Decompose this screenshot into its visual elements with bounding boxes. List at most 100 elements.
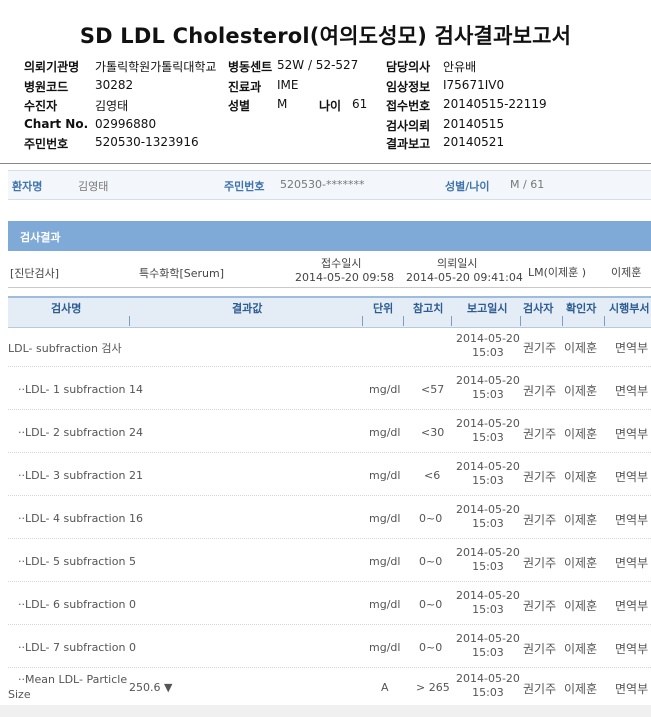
report-datetime: 2014-05-20 15:03	[456, 374, 520, 401]
report-datetime: 2014-05-20 15:03	[456, 417, 520, 444]
department: 면역부	[615, 341, 649, 355]
table-row[interactable]: ··LDL- 2 subfraction 24 mg/dl <30 2014-0…	[0, 410, 651, 453]
table-row[interactable]: ··LDL- 6 subfraction 0 mg/dl 0~0 2014-05…	[0, 582, 651, 625]
reporter: 이제훈	[611, 266, 642, 279]
received-label: 접수일시	[321, 257, 362, 270]
unit: mg/dl	[369, 426, 401, 439]
field-value: 61	[352, 97, 368, 111]
field-label: 성별	[228, 99, 251, 113]
department: 면역부	[615, 427, 649, 441]
department: 면역부	[615, 682, 649, 696]
table-row[interactable]: ··LDL- 1 subfraction 14 mg/dl <57 2014-0…	[0, 367, 651, 410]
confirmer: 이제훈	[564, 384, 598, 398]
tester: 권기주	[523, 682, 557, 696]
field-label: 나이	[319, 99, 342, 113]
unit: mg/dl	[369, 469, 401, 482]
test-name-continued: Size	[8, 688, 31, 701]
table-row[interactable]: ··LDL- 3 subfraction 21 mg/dl <6 2014-05…	[0, 453, 651, 496]
test-department: [진단검사]	[10, 267, 60, 280]
field-label: 결과보고	[386, 137, 431, 151]
col-header-report-date[interactable]: 보고일시	[467, 300, 507, 316]
field-label: 검사의뢰	[386, 119, 431, 133]
unit: mg/dl	[369, 512, 401, 525]
field-label: 담당의사	[386, 60, 431, 74]
field-value: 안유배	[443, 60, 477, 74]
test-name: ··LDL- 4 subfraction	[18, 512, 126, 525]
patient-id-value: 520530-*******	[280, 178, 365, 191]
tester: 권기주	[523, 556, 557, 570]
report-datetime: 2014-05-20 15:03	[456, 632, 520, 659]
confirmer: 이제훈	[564, 341, 598, 355]
report-datetime: 2014-05-20 15:03	[456, 546, 520, 573]
reference-range: 0~0	[419, 512, 443, 525]
report-datetime: 2014-05-20 15:03	[456, 332, 520, 359]
field-value: 20140521	[443, 135, 505, 149]
ordered-label: 의뢰일시	[437, 257, 478, 270]
patient-name-value: 김영태	[78, 180, 109, 193]
patient-sexage-label: 성별/나이	[445, 180, 490, 193]
table-row[interactable]: ··LDL- 5 subfraction 5 mg/dl 0~0 2014-05…	[0, 539, 651, 582]
field-value: 02996880	[95, 117, 157, 131]
patient-name-label: 환자명	[12, 180, 43, 193]
table-row[interactable]: ··Mean LDL- Particle Size 250.6 ▼ A > 26…	[0, 668, 651, 705]
unit: mg/dl	[369, 598, 401, 611]
lm-info: LM(이제훈 )	[528, 266, 587, 279]
col-header-confirmer[interactable]: 확인자	[566, 300, 596, 316]
field-label: 주민번호	[24, 137, 69, 151]
confirmer: 이제훈	[564, 556, 598, 570]
field-value: M	[277, 97, 288, 111]
table-row[interactable]: ··LDL- 4 subfraction 16 mg/dl 0~0 2014-0…	[0, 496, 651, 539]
confirmer: 이제훈	[564, 599, 598, 613]
test-name: ··LDL- 5 subfraction	[18, 555, 126, 568]
patient-id-label: 주민번호	[224, 180, 265, 193]
results-table-header	[8, 296, 651, 328]
results-section-header[interactable]: 검사결과	[8, 221, 651, 251]
field-value: 20140515-22119	[443, 97, 547, 111]
page-bottom-edge	[0, 705, 651, 717]
test-name: ··LDL- 2 subfraction	[18, 426, 126, 439]
confirmer: 이제훈	[564, 642, 598, 656]
tester: 권기주	[523, 599, 557, 613]
field-label: 병원코드	[24, 80, 69, 94]
department: 면역부	[615, 556, 649, 570]
result-value: 14	[129, 383, 143, 396]
col-header-dept[interactable]: 시행부서	[609, 300, 649, 316]
results-section-title: 검사결과	[20, 231, 61, 244]
test-name: ··LDL- 1 subfraction	[18, 383, 126, 396]
tester: 권기주	[523, 341, 557, 355]
reference-range: 0~0	[419, 555, 443, 568]
reference-range: > 265	[416, 681, 450, 694]
table-row[interactable]: ··LDL- 7 subfraction 0 mg/dl 0~0 2014-05…	[0, 625, 651, 668]
report-datetime: 2014-05-20 15:03	[456, 460, 520, 487]
report-title: SD LDL Cholesterol(여의도성모) 검사결과보고서	[79, 24, 572, 48]
reference-range: <57	[421, 383, 445, 396]
col-header-tester[interactable]: 검사자	[523, 300, 553, 316]
patient-sexage-value: M / 61	[510, 178, 545, 191]
field-value: 520530-1323916	[95, 135, 199, 149]
test-name: ··LDL- 6 subfraction	[18, 598, 126, 611]
department: 면역부	[615, 642, 649, 656]
confirmer: 이제훈	[564, 470, 598, 484]
department: 면역부	[615, 384, 649, 398]
col-header-unit[interactable]: 단위	[373, 300, 393, 316]
unit: mg/dl	[369, 555, 401, 568]
field-value: 김영태	[95, 99, 129, 113]
table-row[interactable]: LDL- subfraction 검사 2014-05-20 15:03 권기주 …	[0, 325, 651, 367]
test-name: ··LDL- 7 subfraction	[18, 641, 126, 654]
unit: mg/dl	[369, 383, 401, 396]
reference-range: 0~0	[419, 598, 443, 611]
received-datetime: 2014-05-20 09:58	[295, 271, 395, 284]
result-value: 0	[129, 598, 136, 611]
field-value: IME	[277, 78, 299, 92]
ordered-datetime: 2014-05-20 09:41:04	[406, 271, 523, 284]
col-header-result[interactable]: 결과값	[232, 300, 262, 316]
field-value: 가톨릭학원가톨릭대학교	[95, 60, 217, 74]
department: 면역부	[615, 470, 649, 484]
result-value: 21	[129, 469, 143, 482]
unit: mg/dl	[369, 641, 401, 654]
field-label: 병동센트	[228, 60, 273, 74]
col-header-test-name[interactable]: 검사명	[51, 300, 81, 316]
col-header-reference[interactable]: 참고치	[413, 300, 443, 316]
tester: 권기주	[523, 513, 557, 527]
field-label: 수진자	[24, 99, 58, 113]
